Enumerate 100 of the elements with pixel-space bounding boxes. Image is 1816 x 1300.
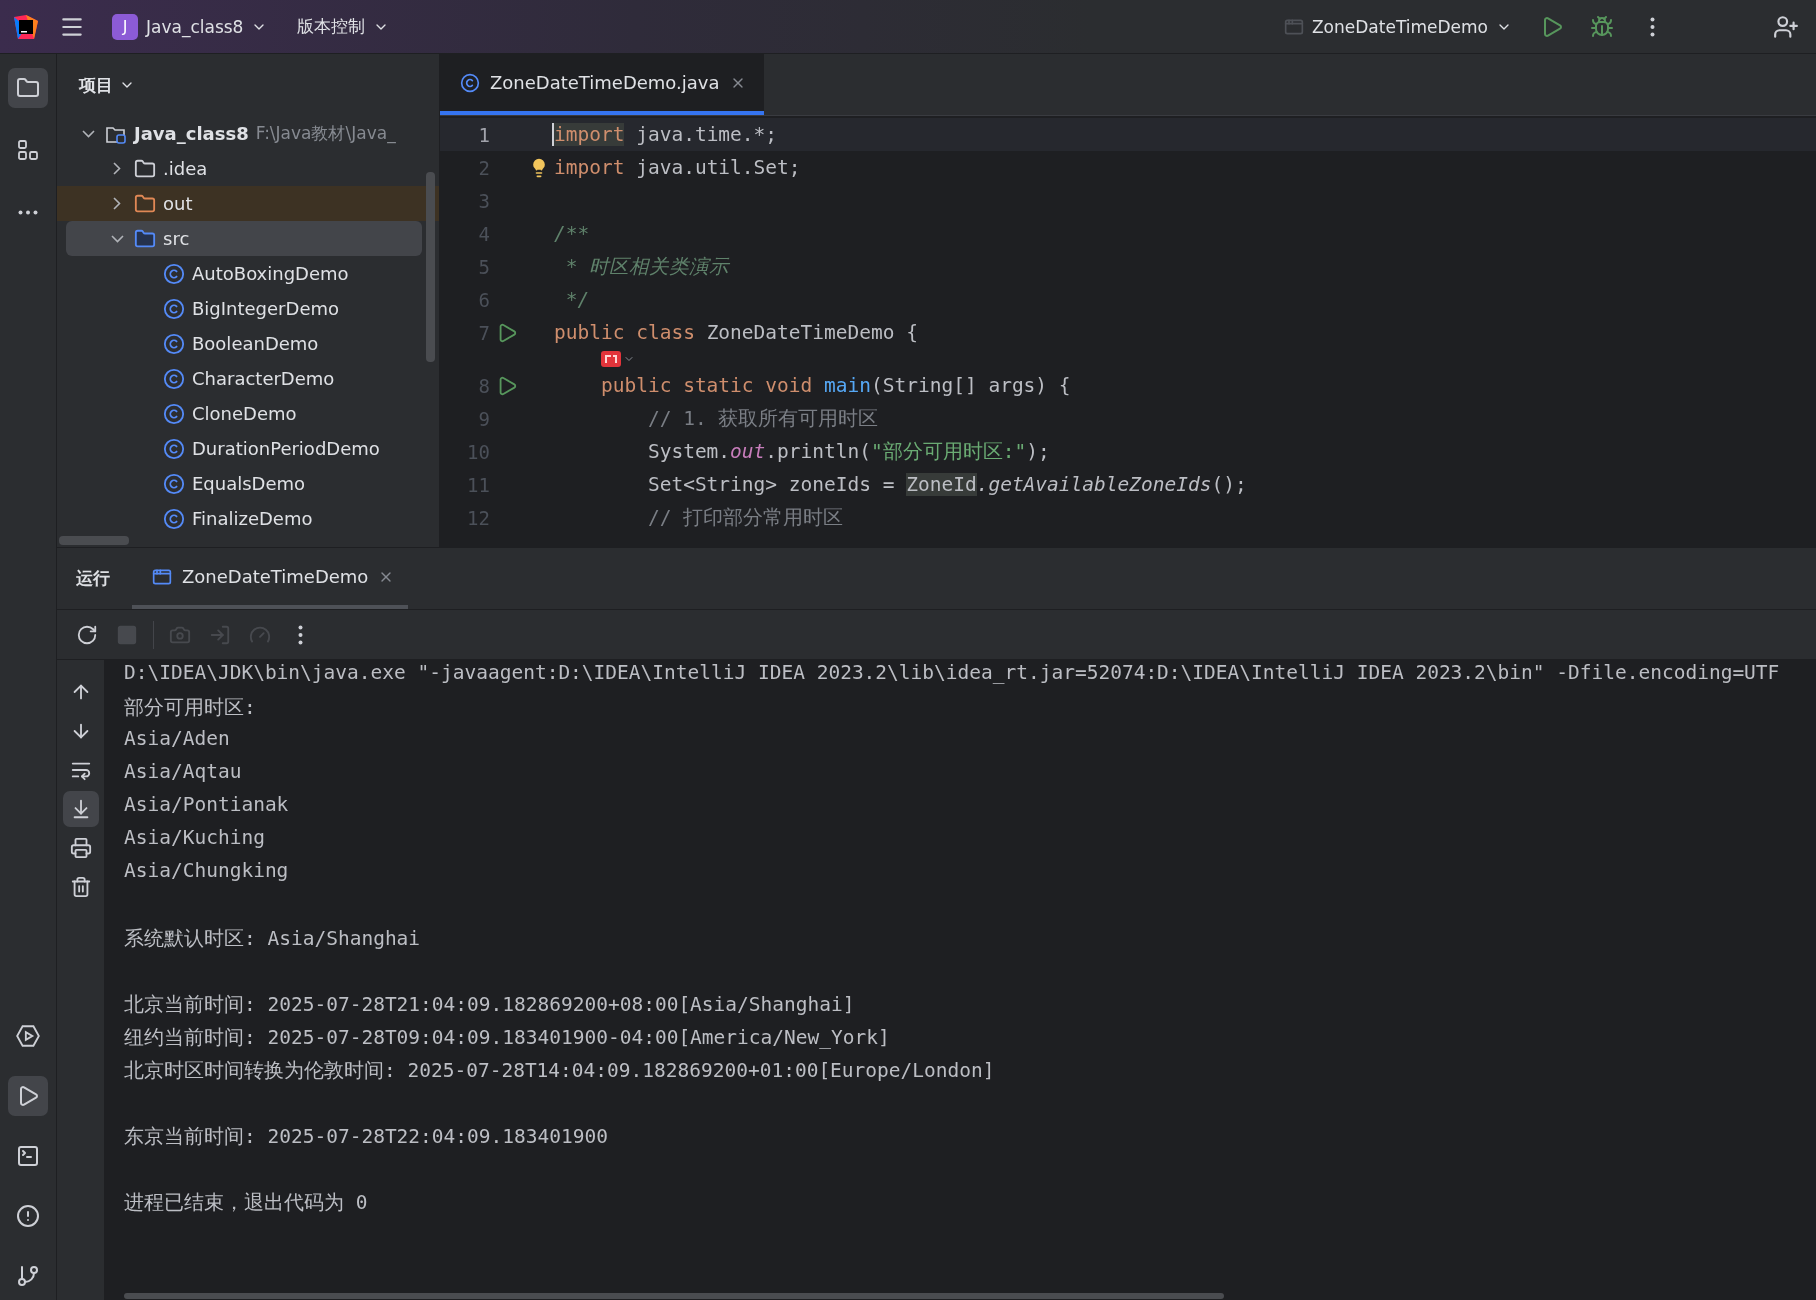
console-line: 北京时区时间转换为伦敦时间: 2025-07-28T14:04:09.182869200+01:00[Europe/London] (124, 1058, 996, 1084)
tab-label: ZoneDateTimeDemo.java (490, 72, 720, 93)
more-icon (18, 209, 38, 215)
chevron-down-icon[interactable] (110, 234, 124, 243)
editor-tab[interactable]: ZoneDateTimeDemo.java (440, 54, 764, 115)
tree-item-label: BooleanDemo (192, 333, 319, 354)
console-line: 系统默认时区: Asia/Shanghai (124, 926, 422, 952)
run-tab[interactable]: ZoneDateTimeDemo (132, 548, 409, 609)
structure-icon (16, 138, 40, 162)
code-line: // 1. 获取所有可用时区 (646, 406, 879, 432)
add-user-icon (1773, 13, 1799, 40)
tree-item-label: FinalizeDemo (192, 508, 313, 529)
code-line: import java.time.*; (552, 123, 778, 146)
git-branch-icon (16, 1264, 40, 1288)
project-tool-button[interactable] (8, 68, 48, 108)
console-line: 进程已结束，退出代码为 0 (124, 1190, 369, 1216)
tree-item-label: out (163, 193, 193, 214)
scrollbar[interactable] (124, 1293, 1224, 1299)
run-config-menu[interactable]: ZoneDateTimeDemo (1275, 10, 1520, 43)
tree-item[interactable]: Java_class8 F:\Java教材\Java_ (57, 116, 439, 151)
tree-item-label: Java_class8 (134, 123, 249, 144)
folder-icon (134, 157, 156, 180)
terminal-icon (16, 1144, 40, 1168)
tree-item[interactable]: DurationPeriodDemo (57, 431, 439, 466)
run-tool-button[interactable] (8, 1076, 48, 1116)
tree-item[interactable]: BooleanDemo (57, 326, 439, 361)
console-line: 纽约当前时间: 2025-07-28T09:04:09.183401900-04:00[America/New_York] (124, 1025, 891, 1051)
tree-item[interactable]: AutoBoxingDemo (57, 256, 439, 291)
panel-title: 运行 (76, 567, 110, 590)
folder-icon (134, 227, 156, 250)
scroll-to-end-button[interactable] (62, 791, 99, 827)
code-line: import java.util.Set; (553, 156, 801, 179)
chevron-down-icon[interactable] (81, 129, 95, 138)
bug-icon (1590, 14, 1614, 39)
tree-item-label: CharacterDemo (192, 368, 335, 389)
problems-icon (16, 1204, 40, 1228)
folder-icon (16, 76, 40, 100)
code-line: System.out.println("部分可用时区:"); (646, 439, 1050, 465)
more-icon (1649, 16, 1655, 37)
class-icon (163, 507, 185, 530)
tree-item-label: AutoBoxingDemo (192, 263, 349, 284)
trash-icon (69, 876, 92, 898)
scrollbar[interactable] (426, 172, 435, 362)
tree-item-label: src (163, 228, 190, 249)
tree-item[interactable]: .idea (57, 151, 439, 186)
project-badge: J (112, 13, 138, 40)
more-icon (297, 624, 303, 645)
class-icon (163, 332, 185, 355)
console-line: 部分可用时区: (124, 695, 257, 721)
tree-item[interactable]: EqualsDemo (57, 466, 439, 501)
line-number: 1 (477, 123, 490, 146)
vcs-menu[interactable]: 版本控制 (289, 9, 398, 44)
console-line: Asia/Pontianak (124, 793, 290, 818)
tree-item[interactable]: out (57, 186, 439, 221)
tree-item[interactable]: CharacterDemo (57, 361, 439, 396)
project-path: F:\Java教材\Java_ (255, 122, 396, 145)
class-icon (163, 367, 185, 390)
console-line: Asia/Kuching (124, 826, 266, 851)
tree-item-label: BigIntegerDemo (192, 298, 339, 319)
chevron-right-icon[interactable] (113, 197, 121, 210)
chevron-right-icon[interactable] (113, 162, 121, 175)
code-line: public class ZoneDateTimeDemo { (553, 321, 918, 344)
login-icon (209, 623, 231, 646)
class-icon (163, 472, 185, 495)
code-line: * 时区相关类演示 (564, 254, 730, 280)
console-line: Asia/Aqtau (124, 760, 243, 785)
plugin-icon[interactable] (601, 351, 621, 367)
console-line: D:\IDEA\JDK\bin\java.exe "-javaagent:D:\IDEA\IntelliJ IDEA 2023.2\lib\idea_rt.jar=52074:D:\IDEA\IntelliJ IDEA 2023.2\bin" -Dfile.encoding=UTF (124, 661, 1781, 686)
tree-item-label: CloneDemo (192, 403, 297, 424)
scrollbar[interactable] (59, 536, 129, 545)
tree-item[interactable]: FinalizeDemo (57, 501, 439, 536)
code-line: */ (564, 288, 590, 311)
code-line: /** (553, 222, 590, 245)
stop-icon (116, 623, 138, 646)
folder-icon (134, 192, 156, 215)
class-icon (163, 402, 185, 425)
project-menu[interactable]: J Java_class8 (104, 7, 276, 46)
tree-item[interactable]: BigIntegerDemo (57, 291, 439, 326)
tree-item-label: DurationPeriodDemo (192, 438, 380, 459)
code-line: public static void main(String[] args) { (599, 374, 1071, 397)
code-line: // 打印部分常用时区 (646, 505, 844, 531)
class-icon (163, 262, 185, 285)
console-line: Asia/Chungking (124, 859, 290, 884)
tree-item[interactable]: CloneDemo (57, 396, 439, 431)
tree-item[interactable]: src (66, 221, 422, 256)
printer-icon (69, 837, 92, 859)
tab-label: ZoneDateTimeDemo (182, 566, 369, 587)
console-line: 北京当前时间: 2025-07-28T21:04:09.182869200+08:00[Asia/Shanghai] (124, 992, 856, 1018)
code-line: Set<String> zoneIds = ZoneId.getAvailableZoneIds(); (646, 473, 1247, 496)
console-line: Asia/Aden (124, 727, 231, 752)
rerun-icon (76, 623, 98, 646)
app-logo[interactable] (12, 12, 40, 41)
tree-item-label: EqualsDemo (192, 473, 306, 494)
class-icon (163, 437, 185, 460)
class-icon (163, 297, 185, 320)
services-icon (15, 1023, 41, 1049)
project-view-menu[interactable]: 项目 (75, 69, 139, 101)
tree-item-label: .idea (163, 158, 208, 179)
class-icon (460, 72, 480, 93)
console-line: 东京当前时间: 2025-07-28T22:04:09.183401900 (124, 1124, 609, 1150)
